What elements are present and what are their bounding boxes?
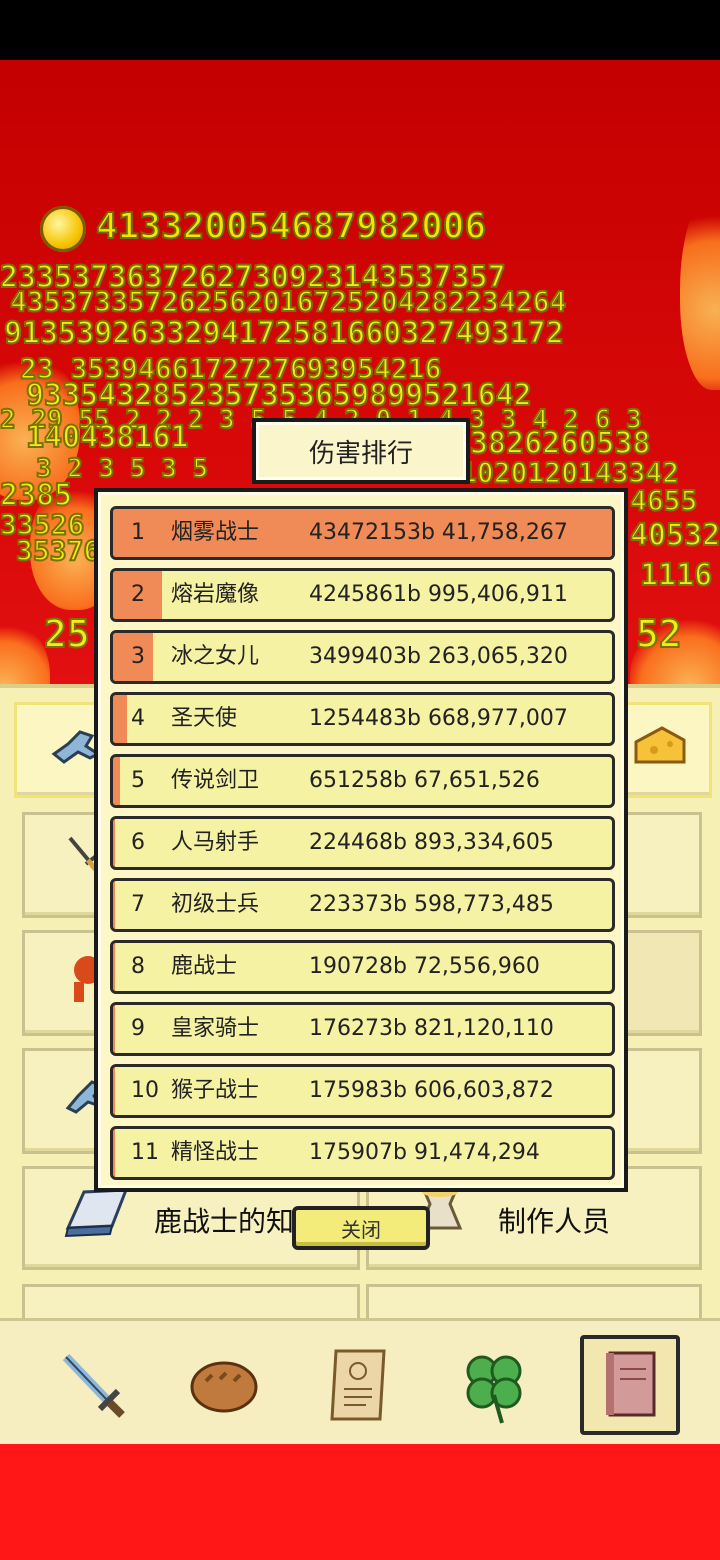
rank-number: 9 <box>131 1016 145 1041</box>
damage-value: 223373b 598,773,485 <box>309 892 554 917</box>
rank-number: 2 <box>131 582 145 607</box>
unit-name: 烟雾战士 <box>171 520 260 545</box>
rank-number: 4 <box>131 706 145 731</box>
ranking-row[interactable]: 10 猴子战士 175983b 606,603,872 <box>110 1064 615 1118</box>
damage-number: 140438161 <box>25 419 190 456</box>
ranking-row[interactable]: 9 皇家骑士 176273b 821,120,110 <box>110 1002 615 1056</box>
damage-share-bar <box>113 1005 115 1053</box>
ranking-row[interactable]: 5 传说剑卫 651258b 67,651,526 <box>110 754 615 808</box>
damage-value: 190728b 72,556,960 <box>309 954 540 979</box>
credits-label: 制作人员 <box>498 1205 611 1238</box>
damage-share-bar <box>113 1067 115 1115</box>
bottom-nav <box>0 1318 720 1447</box>
damage-value: 175907b 91,474,294 <box>309 1140 540 1165</box>
rank-number: 1 <box>131 520 145 545</box>
rank-number: 3 <box>131 644 145 669</box>
ranking-row[interactable]: 7 初级士兵 223373b 598,773,485 <box>110 878 615 932</box>
bread-icon <box>190 1361 258 1413</box>
damage-value: 3499403b 263,065,320 <box>309 644 568 669</box>
unit-name: 精怪战士 <box>171 1140 260 1165</box>
nav-clover[interactable] <box>448 1339 540 1431</box>
damage-share-bar <box>113 695 128 743</box>
cheese-icon <box>634 726 686 764</box>
ranking-row[interactable]: 8 鹿战士 190728b 72,556,960 <box>110 940 615 994</box>
damage-share-bar <box>113 943 115 991</box>
nav-sword[interactable] <box>46 1339 138 1431</box>
damage-share-bar <box>113 757 121 805</box>
unit-name: 熔岩魔像 <box>171 582 260 607</box>
damage-number: 1116 <box>639 557 713 594</box>
sword-icon <box>62 1353 125 1418</box>
rank-number: 5 <box>131 768 145 793</box>
damage-number: 9135392633294172581660327493172 <box>3 315 565 352</box>
damage-number: 35376 <box>15 533 101 568</box>
ranking-list[interactable]: 1 烟雾战士 43472153b 41,758,267 2 熔岩魔像 4245861b 9… <box>110 506 616 1184</box>
nav-scroll[interactable] <box>314 1339 406 1431</box>
unit-name: 冰之女儿 <box>171 644 260 669</box>
rank-number: 10 <box>131 1078 159 1103</box>
damage-number: 40532 <box>629 517 720 554</box>
damage-number: 25 <box>43 611 91 657</box>
damage-value: 176273b 821,120,110 <box>309 1016 554 1041</box>
unit-name: 猴子战士 <box>171 1078 260 1103</box>
damage-share-bar <box>113 819 116 867</box>
ranking-row[interactable]: 6 人马射手 224468b 893,334,605 <box>110 816 615 870</box>
clover-icon <box>466 1355 522 1424</box>
nav-book[interactable] <box>580 1335 680 1435</box>
damage-value: 1254483b 668,977,007 <box>309 706 568 731</box>
coin-count: 413320054687982006 <box>95 205 487 248</box>
damage-number: 435373357262562016725204282234264 <box>9 284 567 319</box>
ranking-row[interactable]: 4 圣天使 1254483b 668,977,007 <box>110 692 615 746</box>
flame-decoration <box>680 190 720 390</box>
flame-decoration <box>0 620 50 690</box>
unit-name: 鹿战士 <box>171 954 238 979</box>
damage-number: 52 <box>635 611 683 657</box>
ranking-title: 伤害排行 <box>252 418 470 484</box>
rank-number: 11 <box>131 1140 159 1165</box>
ranking-row[interactable]: 11 精怪战士 175907b 91,474,294 <box>110 1126 615 1180</box>
unit-name: 人马射手 <box>171 830 260 855</box>
unit-name: 初级士兵 <box>171 892 260 917</box>
unit-name: 皇家骑士 <box>171 1016 260 1041</box>
rank-number: 8 <box>131 954 145 979</box>
ranking-row[interactable]: 2 熔岩魔像 4245861b 995,406,911 <box>110 568 615 622</box>
damage-value: 4245861b 995,406,911 <box>309 582 568 607</box>
damage-value: 224468b 893,334,605 <box>309 830 554 855</box>
unit-name: 圣天使 <box>171 706 238 731</box>
bottom-area <box>0 1444 720 1560</box>
status-bar <box>0 0 720 60</box>
close-button[interactable]: 关闭 <box>292 1206 430 1250</box>
damage-value: 175983b 606,603,872 <box>309 1078 554 1103</box>
damage-value: 43472153b 41,758,267 <box>309 520 568 545</box>
rank-number: 7 <box>131 892 145 917</box>
rank-number: 6 <box>131 830 145 855</box>
scroll-icon <box>330 1349 386 1421</box>
damage-share-bar <box>113 1129 115 1177</box>
coin-icon <box>40 206 86 252</box>
damage-share-bar <box>113 881 116 929</box>
ranking-row[interactable]: 3 冰之女儿 3499403b 263,065,320 <box>110 630 615 684</box>
damage-value: 651258b 67,651,526 <box>309 768 540 793</box>
unit-name: 传说剑卫 <box>171 768 260 793</box>
nav-bread[interactable] <box>178 1339 270 1431</box>
damage-number: 4655 <box>629 483 698 518</box>
ranking-row[interactable]: 1 烟雾战士 43472153b 41,758,267 <box>110 506 615 560</box>
book-icon <box>606 1351 656 1417</box>
